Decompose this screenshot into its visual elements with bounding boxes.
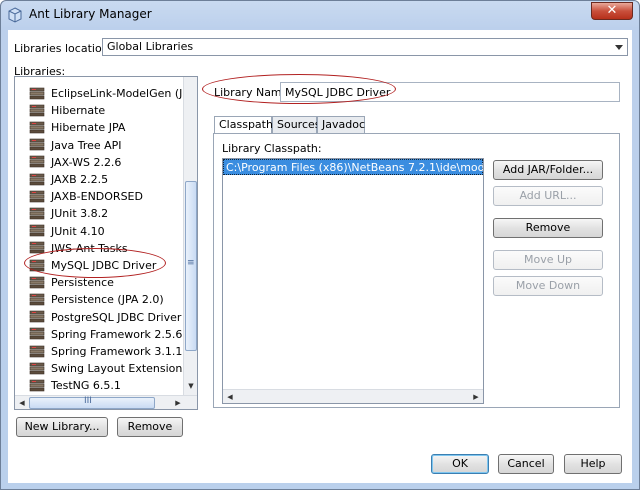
library-list-item[interactable]: EclipseLink-ModelGen (JPA 2. — [29, 85, 198, 102]
library-item-label: EclipseLink-ModelGen (JPA 2. — [51, 87, 198, 100]
scroll-right-arrow-icon[interactable]: ▶ — [171, 396, 185, 409]
jar-library-icon — [29, 104, 45, 118]
jar-library-icon — [29, 224, 45, 238]
jar-library-icon — [29, 276, 45, 290]
add-jar-folder-button[interactable]: Add JAR/Folder... — [493, 160, 603, 180]
jar-library-icon — [29, 345, 45, 359]
library-item-label: Java Tree API — [51, 138, 122, 152]
library-item-label: JAXB 2.2.5 — [51, 173, 109, 186]
libraries-location-label: Libraries location: — [14, 42, 113, 55]
library-list-item[interactable]: JUnit 3.8.2 — [29, 205, 197, 222]
library-item-label: MySQL JDBC Driver — [51, 259, 157, 272]
title-bar[interactable]: Ant Library Manager ✕ — [1, 1, 639, 29]
close-button[interactable]: ✕ — [591, 2, 633, 20]
ok-button[interactable]: OK — [431, 454, 489, 474]
library-list-item[interactable]: JUnit 4.10 — [29, 223, 197, 240]
library-item-label: TestNG 6.5.1 — [51, 379, 121, 393]
library-list-item[interactable]: Persistence — [29, 274, 197, 291]
jar-library-icon — [29, 259, 45, 273]
libraries-location-select[interactable]: Global Libraries — [102, 38, 628, 56]
library-list-item[interactable]: JWS-Ant Tasks — [29, 240, 197, 257]
library-item-label: Persistence (JPA 2.0) — [51, 293, 164, 307]
library-list-item[interactable]: Spring Framework 3.1.1.RELE — [29, 343, 198, 360]
library-item-label: JUnit 4.10 — [51, 224, 105, 238]
scroll-left-arrow-icon[interactable]: ◀ — [15, 396, 29, 409]
move-up-button[interactable]: Move Up — [493, 250, 603, 270]
library-list-item[interactable]: JAX-WS 2.2.6 — [29, 154, 197, 171]
jar-library-icon — [29, 155, 45, 169]
library-list-item[interactable]: JAXB 2.2.5 — [29, 171, 197, 188]
library-list-item[interactable]: JAXB-ENDORSED — [29, 188, 197, 205]
jar-library-icon — [29, 173, 45, 187]
library-classpath-label: Library Classpath: — [222, 142, 322, 155]
new-library-button[interactable]: New Library... — [16, 417, 108, 437]
libraries-list[interactable]: EclipseLink-ModelGen (JPA 2. Hibernate Hib… — [14, 76, 198, 410]
library-name-value: MySQL JDBC Driver — [285, 86, 391, 99]
jar-library-icon — [29, 327, 45, 341]
jar-library-icon — [29, 293, 45, 307]
add-url-button[interactable]: Add URL... — [493, 186, 603, 206]
classpath-scroll-right-icon[interactable]: ▶ — [469, 390, 483, 403]
remove-library-button[interactable]: Remove — [117, 417, 183, 437]
library-list-item[interactable]: Hibernate JPA — [29, 119, 197, 136]
move-down-button[interactable]: Move Down — [493, 276, 603, 296]
library-item-label: JAXB-ENDORSED — [51, 190, 143, 204]
jar-library-icon — [29, 121, 45, 135]
tab-javadoc[interactable]: Javadoc — [317, 116, 365, 134]
jar-library-icon — [29, 190, 45, 204]
library-item-label: JAX-WS 2.2.6 — [51, 155, 122, 169]
library-item-label: Persistence — [51, 276, 114, 290]
jar-library-icon — [29, 138, 45, 152]
horizontal-scrollbar[interactable]: ◀ III ▶ — [15, 395, 197, 409]
library-list-item[interactable]: Hibernate — [29, 102, 197, 119]
classpath-entry[interactable]: C:\Program Files (x86)\NetBeans 7.2.1\id… — [223, 159, 483, 175]
dialog-content: Libraries location: Global Libraries Lib… — [8, 30, 632, 483]
tab-sources[interactable]: Sources — [272, 116, 321, 134]
classpath-panel: Library Classpath: C:\Program Files (x86… — [213, 133, 620, 408]
library-item-label: JWS-Ant Tasks — [51, 241, 128, 255]
library-item-label: Spring Framework 2.5.6.SEC — [51, 327, 198, 341]
scroll-down-arrow-icon[interactable]: ▼ — [184, 379, 197, 393]
jar-library-icon — [29, 362, 45, 376]
dialog-window: Ant Library Manager ✕ Libraries location… — [0, 0, 640, 490]
library-list-item[interactable]: Spring Framework 2.5.6.SEC — [29, 326, 198, 343]
remove-classpath-button[interactable]: Remove — [493, 218, 603, 238]
classpath-scroll-left-icon[interactable]: ◀ — [223, 390, 237, 403]
library-item-label: Hibernate — [51, 104, 106, 118]
library-item-label: PostgreSQL JDBC Driver — [51, 310, 182, 324]
horizontal-scroll-thumb[interactable]: III — [29, 396, 155, 409]
jar-library-icon — [29, 87, 45, 101]
jar-library-icon — [29, 207, 45, 221]
jar-library-icon — [29, 379, 45, 393]
jar-library-icon — [29, 241, 45, 255]
library-list-item[interactable]: MySQL JDBC Driver — [29, 257, 197, 274]
libraries-location-value: Global Libraries — [107, 40, 194, 53]
library-list-item[interactable]: Swing Layout Extensions — [29, 360, 197, 377]
jar-library-icon — [29, 310, 45, 324]
help-button[interactable]: Help — [564, 454, 622, 474]
library-item-label: Hibernate JPA — [51, 121, 126, 135]
vertical-scroll-thumb[interactable]: ≡ — [185, 181, 197, 351]
library-item-label: Spring Framework 3.1.1.RELE — [51, 345, 198, 358]
library-list-item[interactable]: PostgreSQL JDBC Driver — [29, 309, 197, 326]
window-title: Ant Library Manager — [29, 7, 152, 21]
chevron-down-icon — [611, 39, 627, 55]
library-name-input[interactable]: MySQL JDBC Driver — [280, 82, 620, 102]
horizontal-scroll-grip: III — [84, 396, 92, 406]
library-item-label: JUnit 3.8.2 — [51, 207, 109, 221]
scroll-grip: ≡ — [187, 258, 195, 268]
library-item-label: Swing Layout Extensions — [51, 362, 189, 376]
vertical-scrollbar[interactable]: ≡ ▼ — [183, 77, 197, 395]
classpath-list[interactable]: C:\Program Files (x86)\NetBeans 7.2.1\id… — [222, 158, 484, 404]
library-list-item[interactable]: Persistence (JPA 2.0) — [29, 291, 197, 308]
classpath-horizontal-scrollbar[interactable]: ◀ ▶ — [223, 389, 483, 403]
cancel-button[interactable]: Cancel — [498, 454, 554, 474]
library-list-item[interactable]: Java Tree API — [29, 137, 197, 154]
library-manager-icon — [8, 7, 22, 23]
library-list-item[interactable]: TestNG 6.5.1 — [29, 377, 197, 394]
